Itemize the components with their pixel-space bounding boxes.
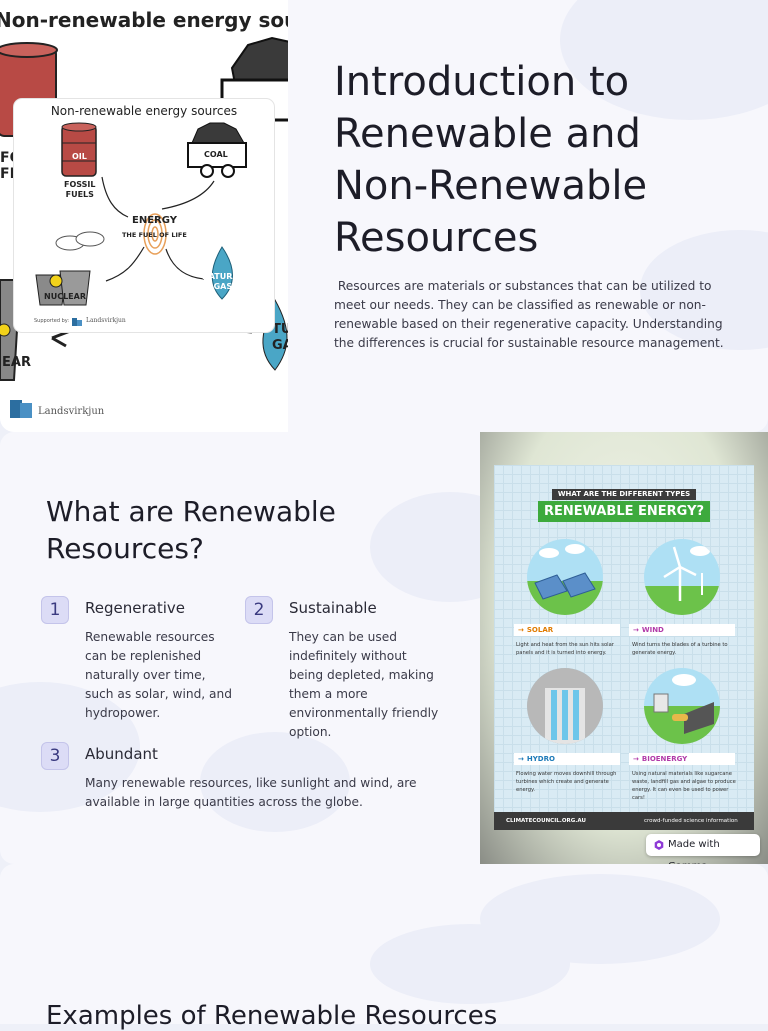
biofuel-icon (653, 674, 714, 734)
feature-number-badge: 3 (41, 742, 69, 770)
footer-tagline: crowd-funded science information (644, 818, 738, 824)
infographic-heading: RENEWABLE ENERGY? (538, 501, 710, 522)
gamma-logo-icon (654, 840, 664, 850)
solar-illustration (527, 539, 603, 615)
solar-panels-icon (534, 544, 596, 600)
section-title: What are Renewable Resources? (46, 495, 336, 565)
energy-sources-diagram: Non-renewable energy sources OIL COAL FO… (14, 99, 274, 332)
oil-label: OIL (72, 152, 87, 161)
wind-text: Wind turns the blades of a turbine to ge… (632, 642, 728, 656)
wind-illustration (644, 539, 720, 615)
feature-number-badge: 2 (245, 596, 273, 624)
footer-site: CLIMATECOUNCIL.ORG.AU (506, 818, 586, 824)
hydro-illustration (527, 668, 603, 744)
feature-regenerative: 1 Regenerative Renewable resources can b… (41, 596, 232, 726)
slide-examples (0, 864, 768, 1024)
background-shape (480, 874, 720, 964)
feature-number-badge: 1 (41, 596, 69, 624)
hydro-label: → HYDRO (514, 753, 620, 765)
wind-turbine-icon (663, 546, 710, 601)
energy-subtitle: THE FUEL OF LIFE (122, 231, 187, 239)
infographic-heading-small: WHAT ARE THE DIFFERENT TYPES OF (552, 489, 696, 509)
solar-text: Light and heat from the sun hits solar p… (516, 642, 614, 656)
infographic-poster: WHAT ARE THE DIFFERENT TYPES OF RENEWABL… (494, 465, 754, 830)
slide-title: Introduction to Renewable and Non-Renewa… (334, 59, 648, 261)
feature-title: Abundant (85, 745, 158, 763)
feature-text: They can be used indefinitely without be… (289, 630, 439, 739)
examples-title: Examples of Renewable Resources (46, 1001, 498, 1031)
solar-label: → SOLAR (514, 624, 620, 636)
non-renewable-energy-image: Non-renewable energy sources OA FO FI EA… (0, 0, 288, 432)
energy-label: ENERGY (132, 215, 177, 226)
fossil-fuels-label: FOSSIL FUELS (64, 180, 96, 199)
image-bg-brand: Landsvirkjun (38, 406, 105, 417)
hydro-text: Flowing water moves downhill through tur… (516, 771, 617, 793)
made-with-gamma-badge[interactable]: Made with Gamma (646, 834, 760, 872)
feature-text: Renewable resources can be replenished n… (85, 630, 232, 720)
bioenergy-label: → BIOENERGY (629, 753, 735, 765)
feature-abundant: 3 Abundant Many renewable resources, lik… (41, 742, 441, 822)
natural-gas-label: NATURAL GAS (202, 272, 244, 291)
feature-sustainable: 2 Sustainable They can be used indefinit… (245, 596, 445, 746)
wind-label: → WIND (629, 624, 735, 636)
bioenergy-illustration (644, 668, 720, 744)
supporter-brand: Landsvirkjun (86, 317, 126, 324)
feature-title: Sustainable (289, 599, 377, 617)
infographic-footer: CLIMATECOUNCIL.ORG.AU crowd-funded scien… (494, 812, 754, 830)
nuclear-label: NUCLEAR (44, 292, 86, 301)
image-bg-nuclear-fragment: EAR (2, 355, 31, 370)
bioenergy-text: Using natural materials like sugarcane w… (632, 771, 736, 801)
feature-text: Many renewable resources, like sunlight … (85, 776, 417, 809)
feature-title: Regenerative (85, 599, 185, 617)
coal-label: COAL (204, 150, 228, 159)
image-bg-gas-fragment: TU GA (272, 322, 288, 353)
renewable-energy-infographic: WHAT ARE THE DIFFERENT TYPES OF RENEWABL… (480, 432, 768, 864)
dam-icon (527, 668, 603, 744)
slide-description: Resources are materials or substances th… (334, 279, 727, 350)
slide-introduction: Non-renewable energy sources OA FO FI EA… (0, 0, 768, 432)
supported-by-label: Supported by: (34, 318, 70, 324)
